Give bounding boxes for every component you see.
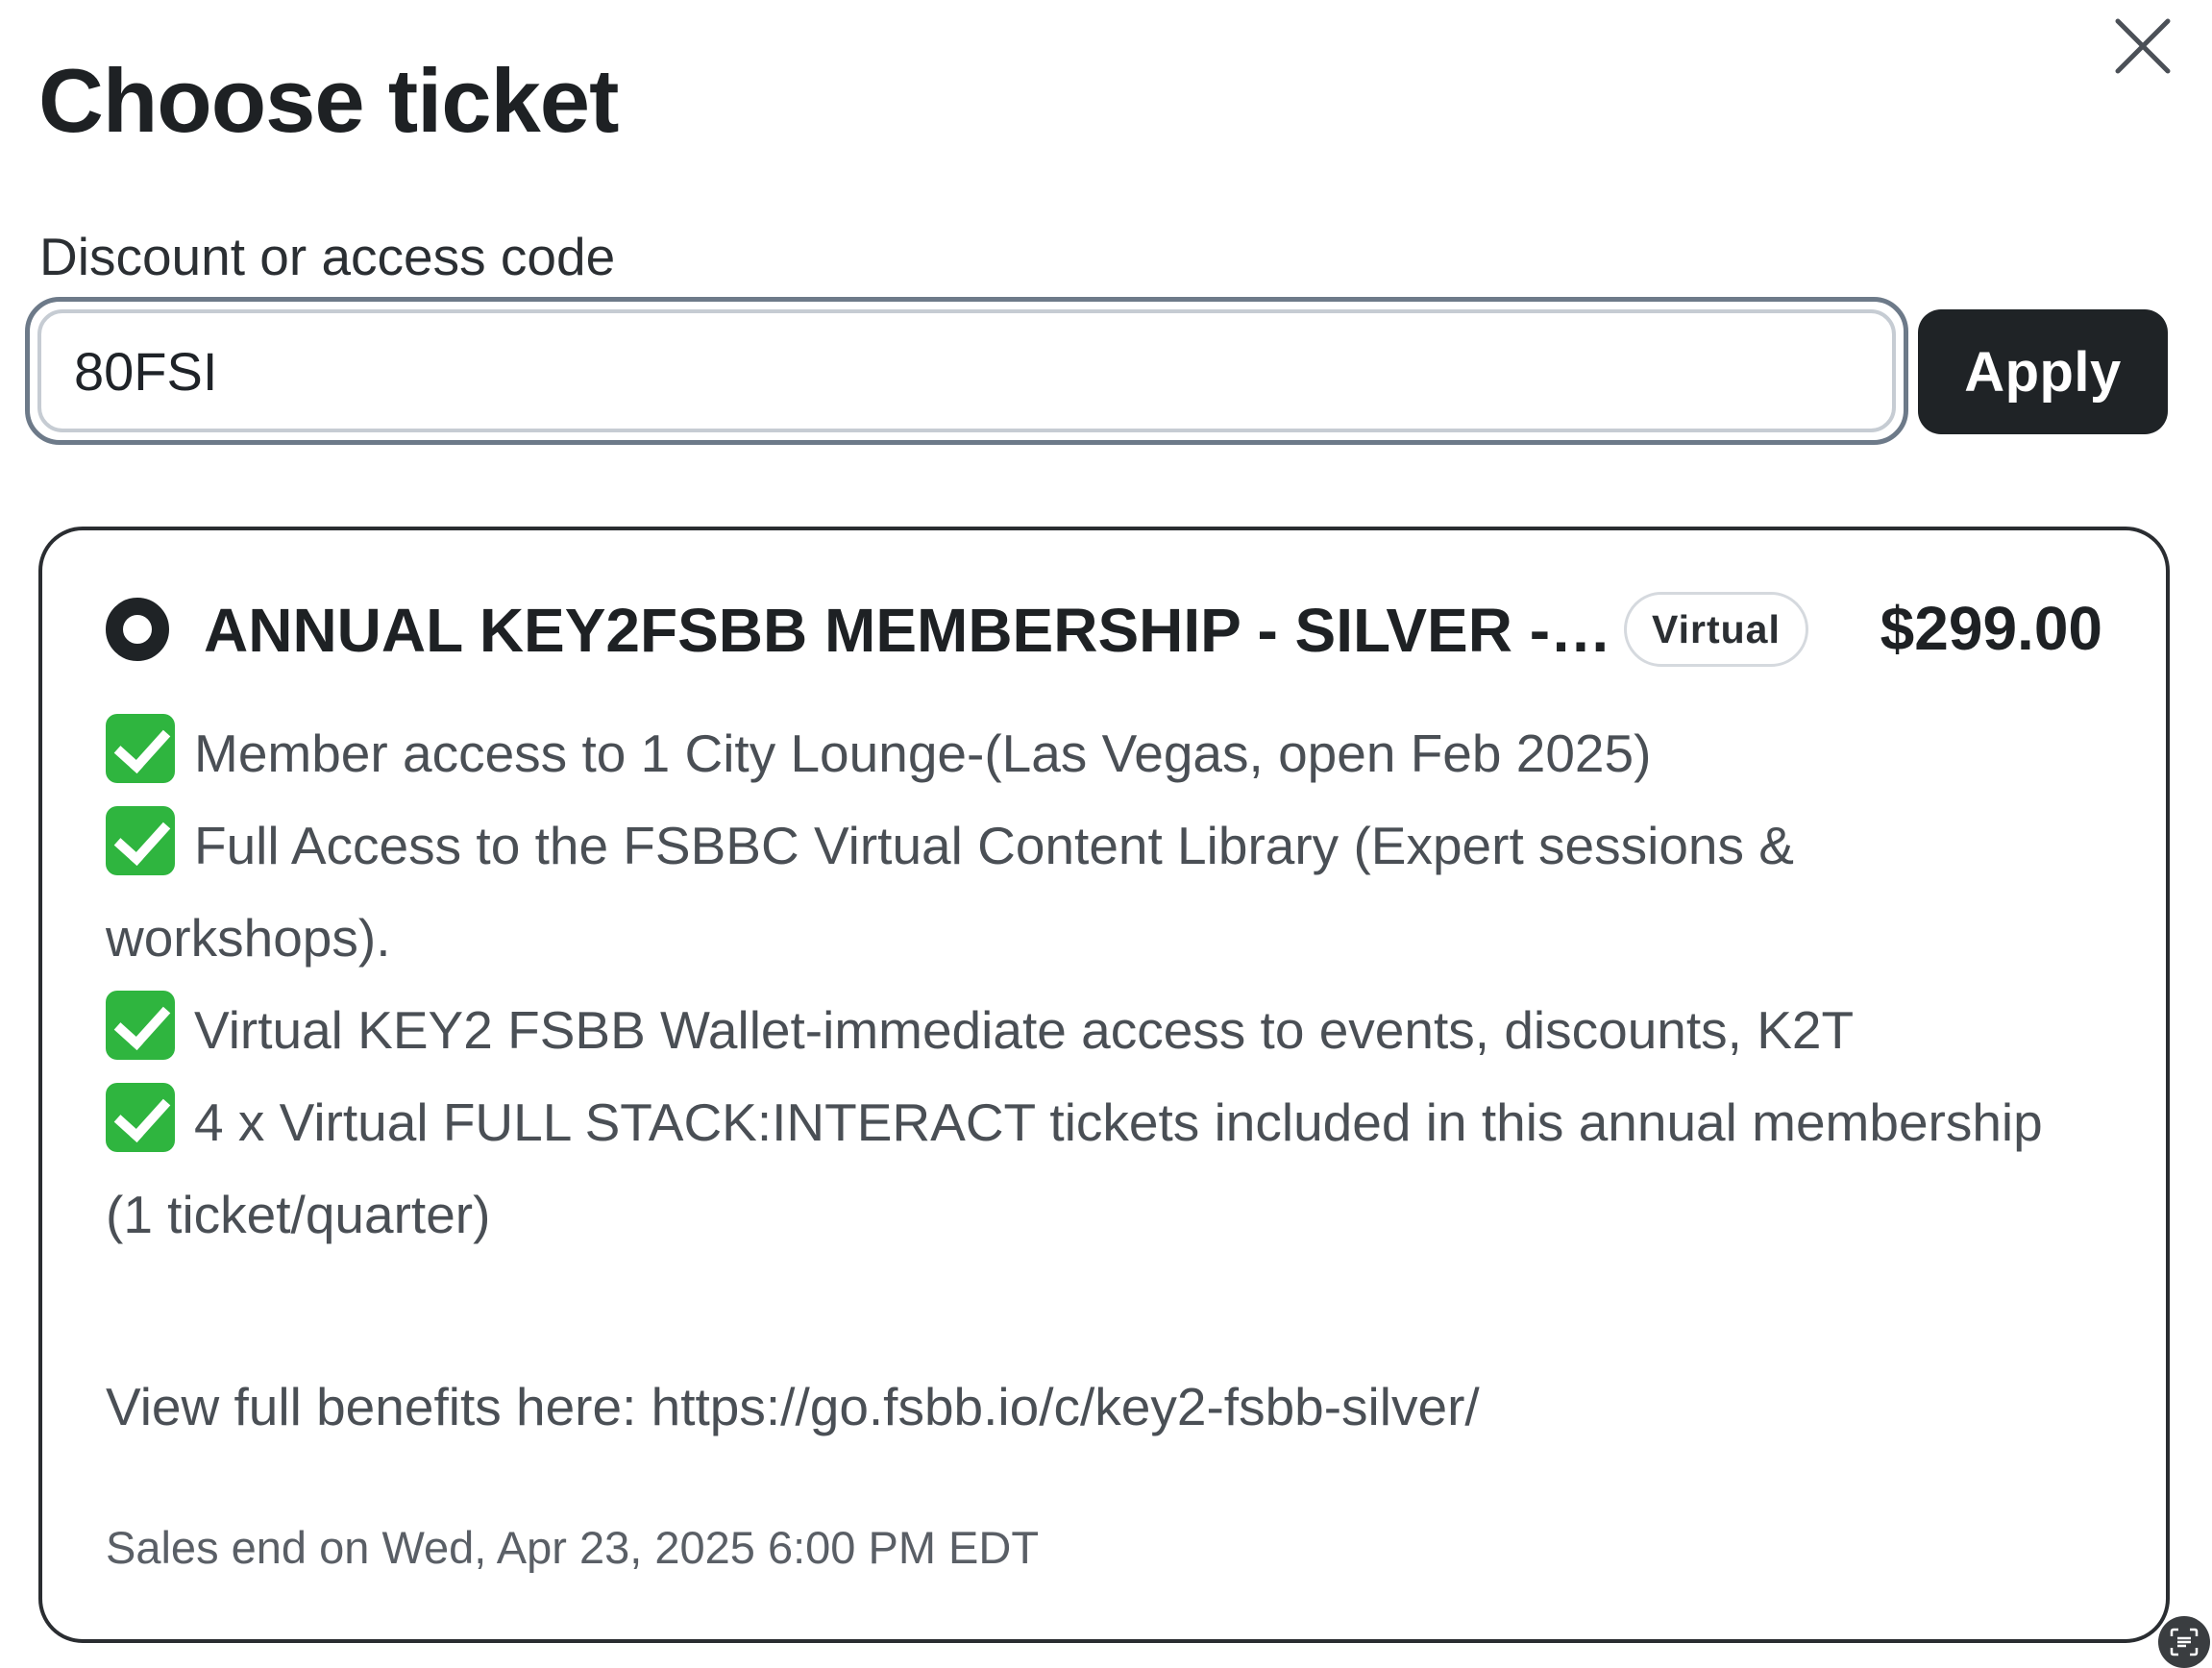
benefit-text: Full Access to the FSBBC Virtual Content… bbox=[106, 816, 1794, 968]
green-checkmark-icon bbox=[106, 806, 175, 875]
virtual-badge: Virtual bbox=[1624, 592, 1808, 667]
ticket-price: $299.00 bbox=[1880, 594, 2102, 663]
close-button[interactable] bbox=[2108, 12, 2177, 81]
benefit-item: Member access to 1 City Lounge-(Las Vega… bbox=[106, 707, 2085, 799]
benefit-text: Member access to 1 City Lounge-(Las Vega… bbox=[194, 724, 1652, 783]
benefit-item: Full Access to the FSBBC Virtual Content… bbox=[106, 799, 2085, 984]
benefit-text: 4 x Virtual FULL STACK:INTERACT tickets … bbox=[106, 1092, 2043, 1244]
ticket-name: ANNUAL KEY2FSBB MEMBERSHIP - SILVER - ..… bbox=[204, 596, 1616, 665]
benefits-link-text: View full benefits here: https://go.fsbb… bbox=[106, 1377, 1480, 1436]
code-field-label: Discount or access code bbox=[39, 227, 616, 286]
green-checkmark-icon bbox=[106, 714, 175, 783]
benefit-text: Virtual KEY2 FSBB Wallet-immediate acces… bbox=[194, 1000, 1855, 1060]
green-checkmark-icon bbox=[106, 1083, 175, 1152]
green-checkmark-icon bbox=[106, 991, 175, 1060]
scan-text-button[interactable] bbox=[2158, 1616, 2210, 1668]
benefits-list: Member access to 1 City Lounge-(Las Vega… bbox=[106, 707, 2085, 1261]
ticket-card[interactable]: ANNUAL KEY2FSBB MEMBERSHIP - SILVER - ..… bbox=[38, 527, 2170, 1643]
sales-end-text: Sales end on Wed, Apr 23, 2025 6:00 PM E… bbox=[106, 1522, 1040, 1573]
code-input-focus-ring bbox=[25, 297, 1908, 445]
apply-button[interactable]: Apply bbox=[1918, 309, 2168, 434]
scan-text-icon bbox=[2170, 1628, 2199, 1656]
page-title: Choose ticket bbox=[38, 50, 619, 151]
close-icon bbox=[2115, 18, 2171, 74]
discount-code-input[interactable] bbox=[37, 309, 1896, 432]
benefit-item: 4 x Virtual FULL STACK:INTERACT tickets … bbox=[106, 1076, 2085, 1261]
benefit-item: Virtual KEY2 FSBB Wallet-immediate acces… bbox=[106, 984, 2085, 1076]
radio-selected-icon[interactable] bbox=[106, 598, 169, 661]
